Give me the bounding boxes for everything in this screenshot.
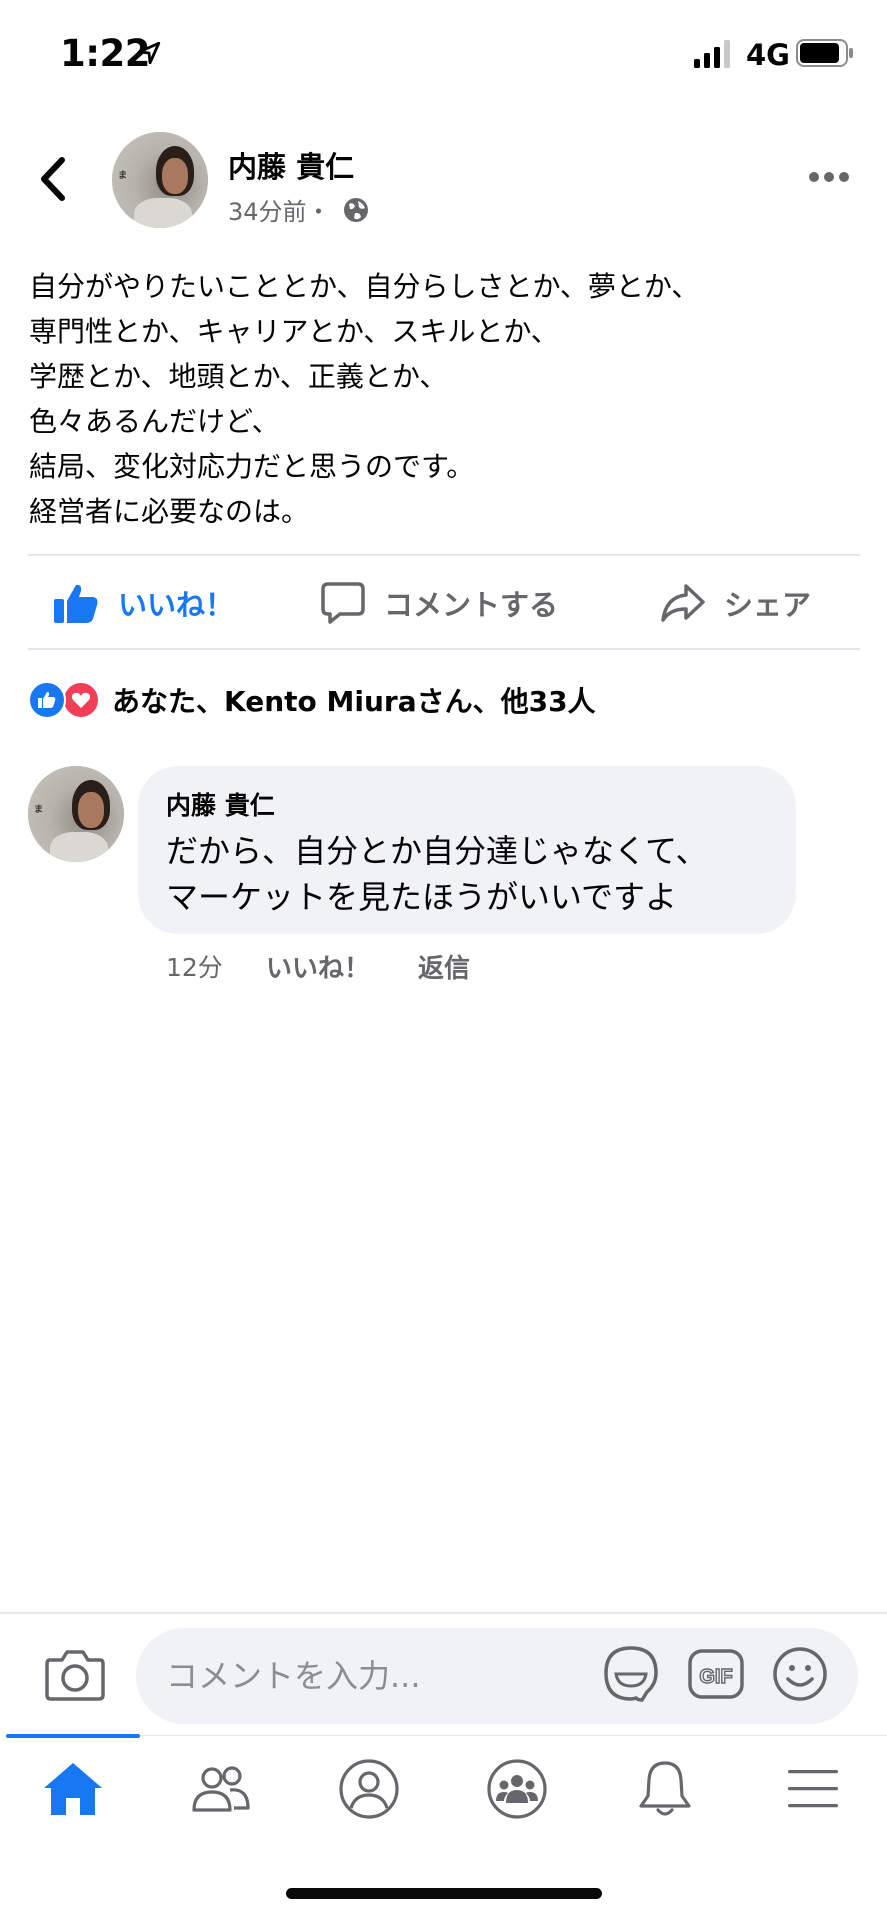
nav-divider (140, 1735, 887, 1736)
post-author-name[interactable]: 内藤 貴仁 (228, 144, 354, 186)
divider (28, 648, 860, 650)
friends-icon (192, 1766, 250, 1812)
nav-notifications[interactable] (632, 1756, 698, 1822)
like-button[interactable]: いいね！ (52, 576, 234, 630)
sticker-icon[interactable] (602, 1644, 660, 1704)
share-label: シェア (724, 588, 812, 622)
svg-text:GIF: GIF (699, 1666, 732, 1688)
status-bar: 1:22 4G (0, 0, 887, 110)
back-button[interactable] (34, 152, 74, 206)
comment-author[interactable]: 内藤 貴仁 (166, 786, 275, 822)
comment-input[interactable] (136, 1628, 858, 1724)
menu-icon (788, 1770, 838, 1808)
reactions-text: あなた、Kento Miuraさん、他33人 (112, 685, 596, 718)
like-label: いいね！ (118, 588, 235, 622)
comment-button[interactable]: コメントする (320, 576, 558, 630)
commenter-avatar[interactable]: ま (28, 766, 124, 862)
love-reaction-icon (62, 681, 100, 719)
post-line: 学歴とか、地頭とか、正義とか、 (29, 360, 448, 393)
comment-text: だから、自分とか自分達じゃなくて、 マーケットを見たほうがいいですよ (166, 828, 707, 920)
comment-line: だから、自分とか自分達じゃなくて、 (166, 832, 708, 870)
comment-bubble-icon (321, 582, 365, 624)
post-time[interactable]: 34分前・ (228, 192, 331, 227)
comment-time: 12分 (166, 953, 223, 982)
comment-bubble[interactable]: 内藤 貴仁 だから、自分とか自分達じゃなくて、 マーケットを見たほうがいいですよ (138, 766, 796, 934)
cellular-signal-icon (694, 40, 730, 68)
nav-menu[interactable] (780, 1756, 846, 1822)
post-line: 結局、変化対応力だと思うのです。 (29, 450, 475, 483)
emoji-icon[interactable] (772, 1646, 828, 1702)
share-arrow-icon (661, 584, 705, 622)
post-line: 色々あるんだけど、 (29, 405, 280, 438)
active-tab-indicator (6, 1734, 140, 1738)
nav-friends[interactable] (188, 1756, 254, 1822)
profile-icon (339, 1759, 399, 1819)
home-indicator[interactable] (286, 1888, 602, 1899)
comment-label: コメントする (384, 588, 559, 622)
post-meta: 34分前・ (228, 192, 371, 227)
more-options-button[interactable] (808, 170, 850, 184)
post-line: 自分がやりたいこととか、自分らしさとか、夢とか、 (29, 270, 700, 303)
post-line: 専門性とか、キャリアとか、スキルとか、 (29, 315, 559, 348)
like-reaction-icon (28, 681, 66, 719)
gif-icon[interactable]: GIF (688, 1648, 744, 1700)
globe-icon (343, 197, 368, 222)
location-arrow-icon (137, 41, 161, 65)
groups-icon (487, 1759, 547, 1819)
post-line: 経営者に必要なのは。 (29, 495, 310, 528)
divider (28, 554, 860, 556)
battery-icon (796, 39, 853, 67)
composer-divider (0, 1612, 887, 1614)
comment-line: マーケットを見たほうがいいですよ (166, 878, 678, 916)
camera-icon[interactable] (44, 1646, 106, 1702)
thumbs-up-icon (54, 584, 98, 623)
comment-like-button[interactable]: いいね！ (266, 948, 370, 985)
nav-profile[interactable] (336, 1756, 402, 1822)
nav-groups[interactable] (484, 1756, 550, 1822)
share-button[interactable]: シェア (660, 576, 811, 630)
post-body: 自分がやりたいこととか、自分らしさとか、夢とか、 専門性とか、キャリアとか、スキ… (29, 264, 859, 534)
author-avatar[interactable]: ま (112, 132, 208, 228)
network-type: 4G (746, 38, 790, 72)
reactions-summary[interactable]: あなた、Kento Miuraさん、他33人 (28, 680, 596, 720)
nav-home[interactable] (40, 1756, 106, 1822)
home-icon (44, 1763, 102, 1815)
comment-reply-button[interactable]: 返信 (418, 948, 470, 985)
notifications-bell-icon (639, 1761, 691, 1816)
